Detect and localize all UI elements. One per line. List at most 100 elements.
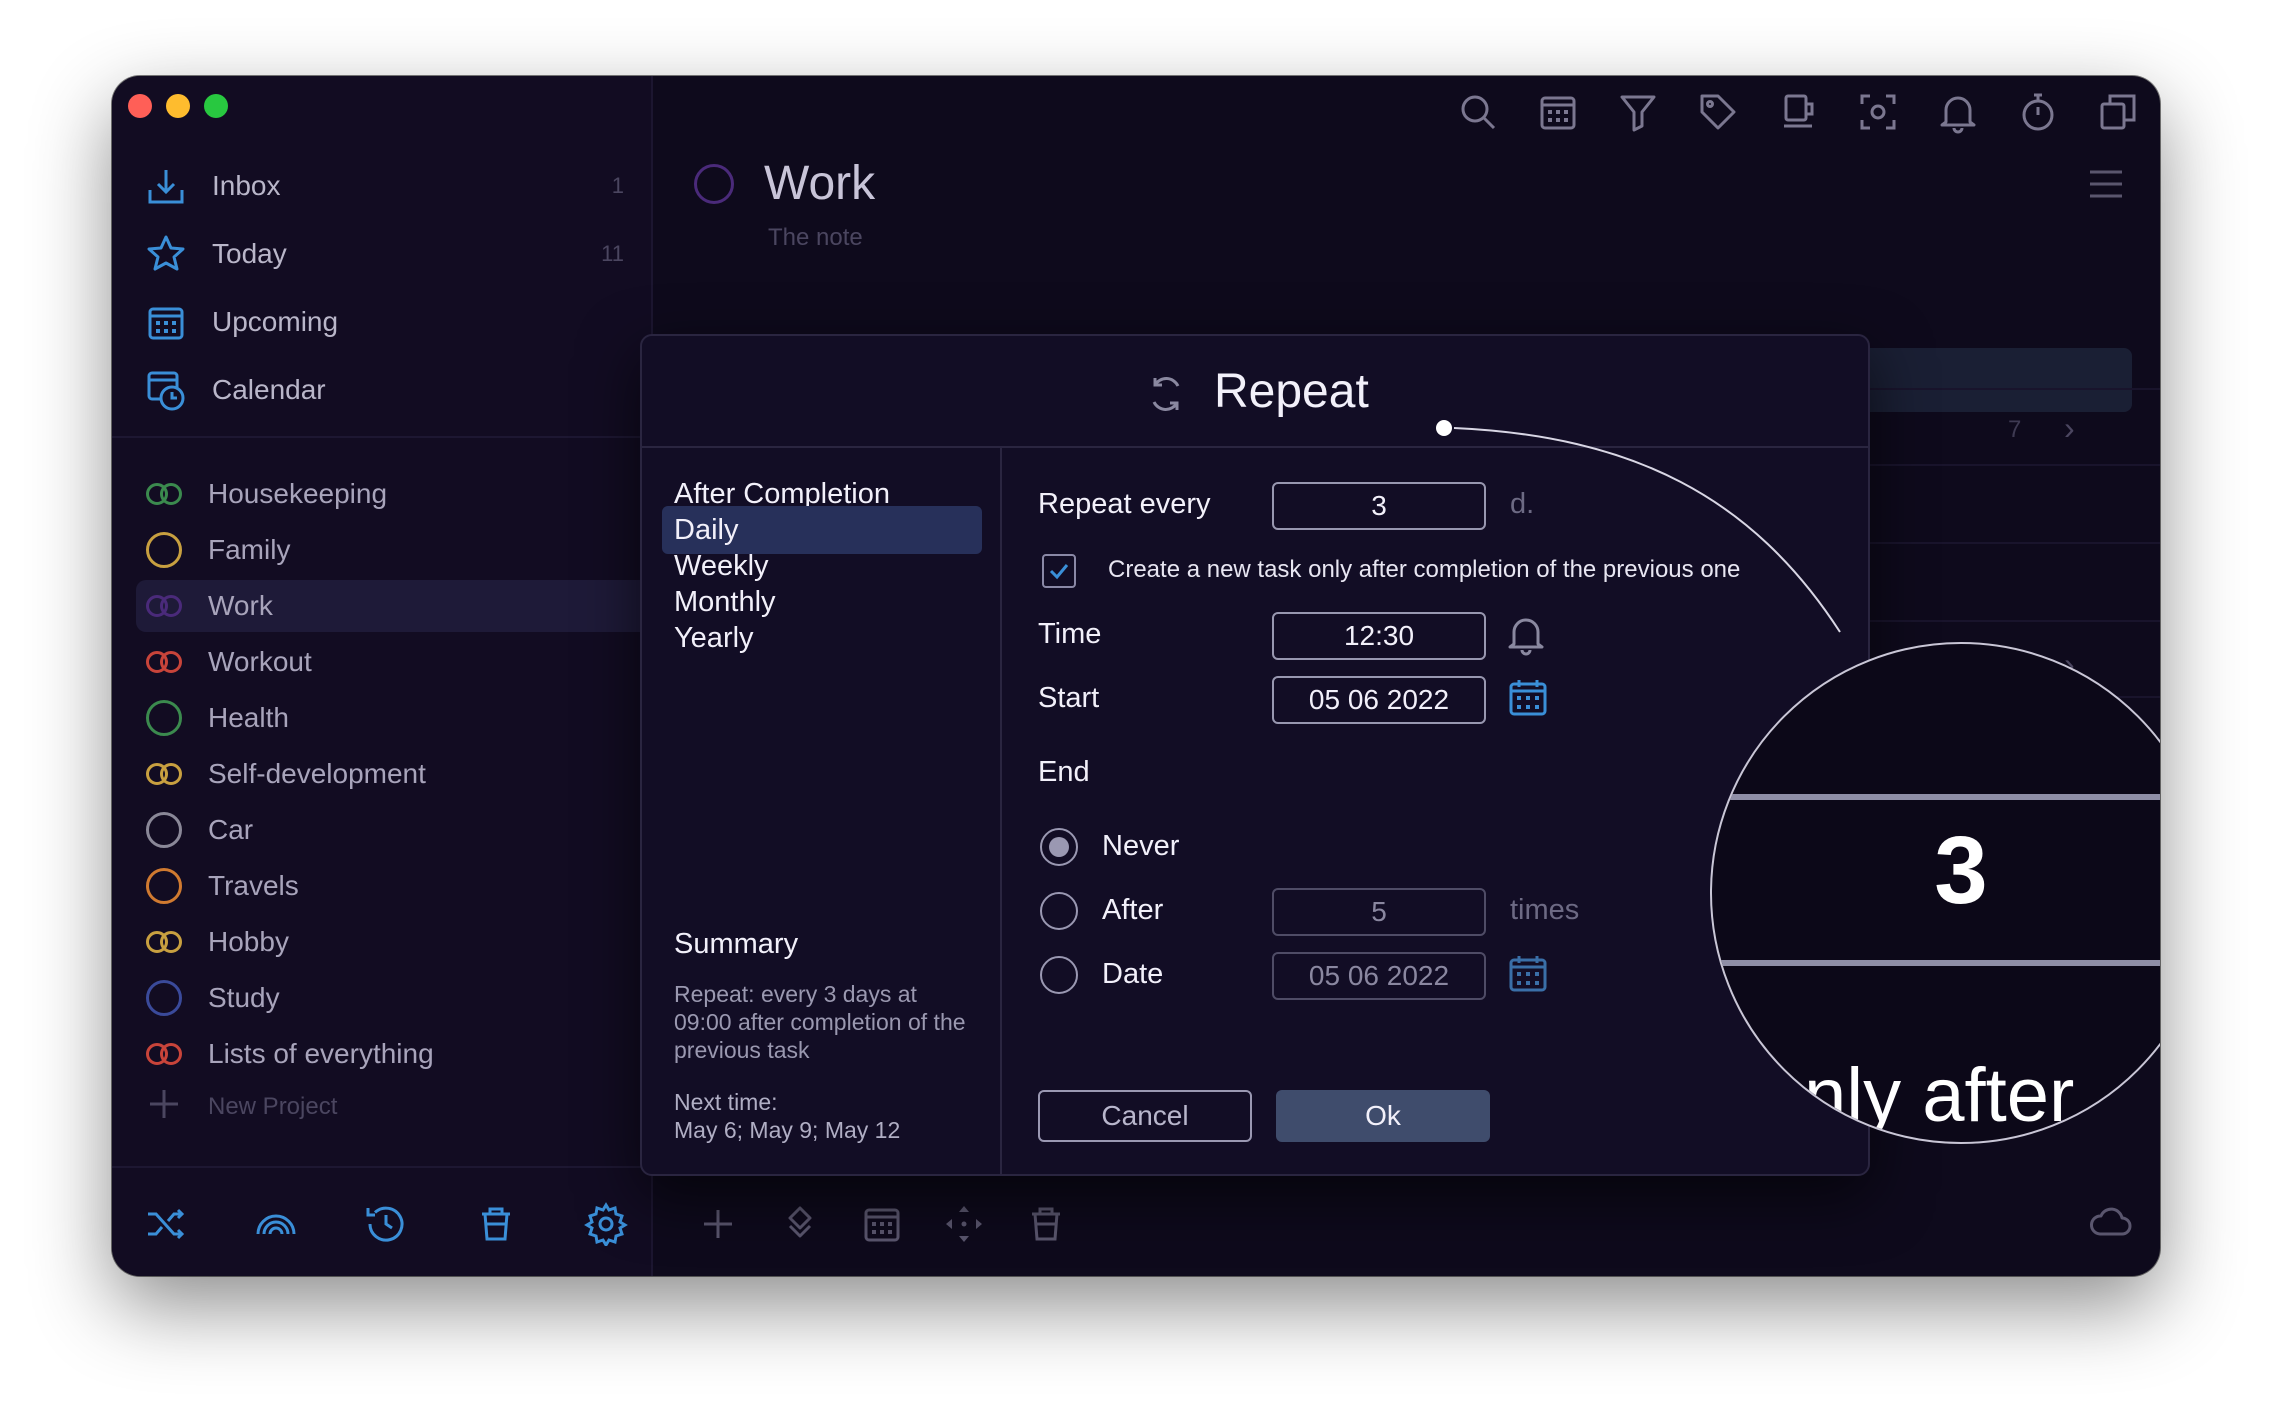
- timer-icon[interactable]: [2016, 90, 2060, 139]
- cloud-icon[interactable]: [2088, 1204, 2132, 1243]
- magnifier-edge: [1712, 960, 2160, 966]
- share-icon[interactable]: [1776, 90, 1820, 139]
- project-label: Car: [208, 814, 254, 845]
- zoom-window-button[interactable]: [204, 94, 228, 118]
- gear-icon[interactable]: [584, 1202, 628, 1246]
- sidebar-project-work[interactable]: Work: [136, 580, 656, 632]
- project-label: Health: [208, 702, 289, 733]
- minimize-window-button[interactable]: [166, 94, 190, 118]
- magnifier-edge: [1712, 794, 2160, 800]
- sidebar-item-upcoming[interactable]: Upcoming: [144, 294, 624, 350]
- summary-title: Summary: [674, 928, 799, 960]
- trash-icon[interactable]: [474, 1202, 518, 1246]
- next-time-text: Next time: May 6; May 9; May 12: [674, 1089, 901, 1143]
- repeat-icon: [1144, 372, 1188, 421]
- project-ring-icon: [694, 164, 734, 204]
- repeat-every-label: Repeat every: [1038, 488, 1211, 520]
- chevron-right-icon[interactable]: ›: [2064, 410, 2075, 447]
- history-icon[interactable]: [364, 1202, 408, 1246]
- sidebar-item-label: Upcoming: [212, 306, 339, 337]
- app-window: Inbox 1 Today 11 Upcoming Calendar House…: [112, 76, 2160, 1276]
- project-ring-icon: [144, 530, 184, 570]
- sidebar-item-label: Calendar: [212, 374, 326, 405]
- callout-line: [1436, 420, 1841, 633]
- end-date-radio[interactable]: [1040, 956, 1078, 994]
- sidebar-item-calendar[interactable]: Calendar: [144, 362, 624, 418]
- row-count: 7: [2008, 416, 2022, 443]
- shuffle-icon[interactable]: [144, 1202, 188, 1246]
- project-ring-icon: [144, 978, 184, 1018]
- summary-text: Repeat: every 3 days at 09:00 after comp…: [674, 981, 966, 1063]
- end-label: End: [1038, 756, 1090, 788]
- inbox-icon: [144, 164, 188, 208]
- project-label: Hobby: [208, 926, 289, 957]
- sidebar-item-today[interactable]: Today 11: [144, 226, 624, 282]
- end-never-label: Never: [1102, 830, 1180, 862]
- project-label: Travels: [208, 870, 299, 901]
- project-label: Self-development: [208, 758, 426, 789]
- sidebar-project-workout[interactable]: Workout: [144, 636, 614, 688]
- sidebar-item-count: 1: [611, 173, 624, 198]
- sidebar-project-car[interactable]: Car: [144, 804, 614, 856]
- end-after-label: After: [1102, 894, 1164, 926]
- end-after-radio[interactable]: [1040, 892, 1078, 930]
- end-never-radio[interactable]: [1040, 828, 1078, 866]
- project-label: Lists of everything: [208, 1038, 434, 1069]
- menu-icon[interactable]: [2088, 168, 2124, 205]
- copy-icon[interactable]: [2096, 90, 2140, 139]
- end-date-input[interactable]: 05 06 2022: [1272, 952, 1486, 1000]
- ok-button[interactable]: Ok: [1276, 1090, 1490, 1142]
- repeat-option-yearly[interactable]: Yearly: [662, 614, 982, 662]
- sidebar-project-family[interactable]: Family: [144, 524, 614, 576]
- calendar-icon[interactable]: [860, 1202, 904, 1246]
- cancel-button[interactable]: Cancel: [1038, 1090, 1252, 1142]
- project-label: Family: [208, 534, 291, 565]
- sidebar-item-inbox[interactable]: Inbox 1: [144, 158, 624, 214]
- project-label: Work: [208, 590, 273, 621]
- sidebar-item-label: Inbox: [212, 170, 281, 201]
- sidebar-project-study[interactable]: Study: [144, 972, 614, 1024]
- project-ring-icon: [144, 866, 184, 906]
- project-ring-icon: [144, 922, 184, 962]
- new-project-button[interactable]: New Project: [144, 1084, 337, 1129]
- sidebar-project-health[interactable]: Health: [144, 692, 614, 744]
- start-label: Start: [1038, 682, 1100, 714]
- repeat-mode-list: After Completion Daily Weekly Monthly Ye…: [642, 448, 1002, 1176]
- filter-icon[interactable]: [1616, 90, 1660, 139]
- project-ring-icon: [144, 474, 184, 514]
- plus-icon: [144, 1084, 184, 1129]
- calendar-picker-icon[interactable]: [1508, 954, 1548, 999]
- search-icon[interactable]: [1456, 90, 1500, 139]
- move-diamond-icon[interactable]: [778, 1202, 822, 1246]
- times-label: times: [1510, 894, 1580, 926]
- calendar-clock-icon: [144, 368, 188, 412]
- move-arrows-icon[interactable]: [942, 1202, 986, 1246]
- dialog-title: Repeat: [1214, 365, 1369, 418]
- plus-icon[interactable]: [696, 1202, 740, 1246]
- sidebar-item-count: 11: [601, 241, 624, 266]
- sidebar-project-travels[interactable]: Travels: [144, 860, 614, 912]
- sidebar-project-self-development[interactable]: Self-development: [144, 748, 614, 800]
- project-ring-icon: [144, 642, 184, 682]
- page-title: Work: [764, 157, 876, 210]
- focus-icon[interactable]: [1856, 90, 1900, 139]
- task-toolbar: [696, 1202, 1068, 1246]
- project-note[interactable]: The note: [768, 224, 863, 252]
- project-ring-icon: [144, 810, 184, 850]
- tag-icon[interactable]: [1696, 90, 1740, 139]
- calendar-icon[interactable]: [1536, 90, 1580, 139]
- sidebar-project-hobby[interactable]: Hobby: [144, 916, 614, 968]
- sidebar-divider: [112, 436, 653, 438]
- project-label: Workout: [208, 646, 312, 677]
- sidebar-project-housekeeping[interactable]: Housekeeping: [144, 468, 614, 520]
- trash-icon[interactable]: [1024, 1202, 1068, 1246]
- close-window-button[interactable]: [128, 94, 152, 118]
- project-ring-icon: [144, 698, 184, 738]
- star-icon: [144, 232, 188, 276]
- bell-icon[interactable]: [1936, 90, 1980, 139]
- completion-checkbox[interactable]: [1042, 554, 1076, 588]
- end-after-count-input[interactable]: 5: [1272, 888, 1486, 936]
- sidebar-project-lists-of-everything[interactable]: Lists of everything: [144, 1028, 614, 1080]
- magnified-text: nly after: [1804, 1053, 2075, 1138]
- rainbow-icon[interactable]: [254, 1202, 298, 1246]
